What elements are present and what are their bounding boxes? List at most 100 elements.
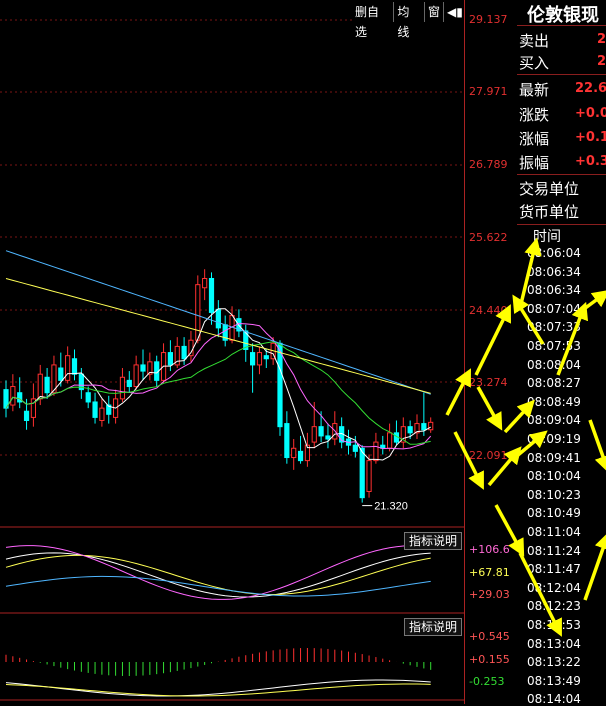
tick-time-item: 08:11:47	[527, 562, 581, 577]
candle-body	[202, 277, 208, 289]
tick-time-item: 08:10:23	[527, 487, 581, 502]
low-marker-label: 21.320	[374, 501, 408, 513]
candle-body	[263, 355, 269, 360]
remove-watchlist-button[interactable]: 删自选	[352, 2, 394, 39]
tick-time-item: 08:06:04	[527, 246, 581, 260]
candle-body	[284, 423, 290, 459]
candle-body	[188, 339, 194, 357]
tick-time-item: 08:13:04	[527, 636, 581, 651]
candle-body	[366, 460, 372, 492]
indicator2-axis-label: +0.155	[469, 653, 510, 666]
candle-body	[208, 277, 215, 313]
tick-time-item: 08:08:49	[527, 394, 581, 409]
collapse-panel-icon[interactable]: ◀▮	[443, 2, 464, 22]
tick-time-item: 08:09:41	[527, 450, 581, 465]
kline-chart-area[interactable]: 21.320 删自选 均线 窗 ◀▮ 指标说明 指标说明	[0, 0, 464, 704]
candle-body	[256, 352, 263, 366]
last-price-value: 22.6	[575, 81, 606, 96]
indicator2-axis-label: +0.545	[469, 630, 510, 643]
macd-dif-line	[5, 679, 431, 697]
chart-toolbar: 删自选 均线 窗 ◀▮	[352, 2, 464, 39]
tick-time-item: 08:13:49	[527, 673, 581, 688]
window-button[interactable]: 窗	[423, 2, 443, 22]
candle-body	[297, 450, 304, 462]
candle-body	[325, 435, 331, 440]
tick-time-item: 08:10:04	[527, 469, 581, 484]
candle-body	[167, 352, 174, 366]
quote-panel: 伦敦银现 卖出 2 买入 2 最新 22.6 涨跌 +0.0 涨幅 +0.15 …	[517, 0, 606, 706]
tick-time-item: 08:12:23	[527, 599, 581, 614]
indicator1-help-button[interactable]: 指标说明	[404, 532, 462, 550]
trade-unit-label: 交易单位	[519, 180, 580, 198]
currency-unit-label: 货币单位	[519, 203, 580, 221]
candle-body	[195, 284, 201, 341]
divider	[517, 25, 606, 26]
candle-body	[215, 308, 221, 329]
macd-dea-line	[5, 683, 431, 697]
candle-body	[387, 432, 393, 449]
candle-body	[126, 379, 132, 388]
indicator1-axis-label: +29.03	[469, 588, 510, 601]
divider	[517, 174, 606, 175]
sell-value: 2	[597, 32, 606, 47]
price-axis-label: 26.789	[469, 158, 508, 171]
candle-body	[407, 426, 413, 434]
tick-time-item: 08:08:04	[527, 357, 581, 372]
tick-time-item: 08:08:27	[527, 376, 581, 391]
divider	[517, 74, 606, 75]
candle-body	[373, 441, 379, 462]
amplitude-label: 振幅	[519, 154, 550, 172]
tick-time-item: 08:10:49	[527, 506, 581, 521]
candle-body	[71, 358, 78, 375]
tick-time-item: 08:07:04	[527, 301, 581, 316]
candle-body	[58, 367, 64, 381]
buy-value: 2	[597, 54, 606, 69]
change-percent-label: 涨幅	[519, 130, 550, 148]
ma10-line	[5, 323, 432, 450]
candle-body	[181, 345, 187, 360]
tick-time-item: 08:12:53	[527, 618, 581, 632]
change-value: +0.0	[575, 106, 606, 121]
candle-body	[92, 401, 98, 418]
price-axis: 29.137 27.971 26.789 25.622 24.440 23.27…	[464, 0, 517, 704]
price-axis-label: 29.137	[469, 13, 508, 26]
candle-body	[291, 447, 297, 459]
candle-body	[23, 410, 30, 421]
candle-body	[359, 447, 365, 499]
divider	[517, 224, 606, 225]
tick-time-item: 08:09:04	[527, 413, 581, 428]
indicator1-axis-label: +67.81	[469, 566, 510, 579]
kline-chart[interactable]: 21.320	[0, 0, 464, 704]
change-label: 涨跌	[519, 106, 550, 124]
candle-body	[352, 444, 358, 452]
candle-body	[277, 342, 283, 428]
tick-time-item: 08:11:24	[527, 543, 581, 558]
indicator2-help-button[interactable]: 指标说明	[404, 618, 462, 636]
candle-body	[119, 376, 126, 400]
price-axis-label: 24.440	[469, 304, 508, 317]
candle-body	[99, 407, 105, 421]
amplitude-value: +0.32	[575, 154, 606, 169]
price-axis-label: 25.622	[469, 231, 508, 244]
candle-body	[250, 352, 256, 366]
tick-time-item: 08:11:04	[527, 525, 581, 539]
tick-time-item: 08:07:33	[527, 320, 581, 335]
tick-time-item: 08:06:34	[527, 264, 581, 279]
tick-time-item: 08:12:04	[527, 580, 581, 595]
last-price-label: 最新	[519, 81, 550, 99]
candle-body	[85, 392, 91, 403]
price-axis-label: 27.971	[469, 85, 508, 98]
price-axis-label: 22.091	[469, 449, 508, 462]
tick-time-item: 08:06:34	[527, 283, 581, 298]
candle-body	[37, 373, 43, 400]
candle-body	[65, 355, 71, 381]
candle-body	[311, 426, 317, 443]
candle-body	[428, 421, 434, 431]
candle-body	[44, 376, 50, 394]
indicator1-axis-label: +106.6	[469, 543, 510, 556]
candle-body	[421, 423, 427, 431]
tick-time-item: 08:09:19	[527, 432, 581, 446]
price-axis-label: 23.274	[469, 376, 508, 389]
moving-average-button[interactable]: 均线	[393, 2, 424, 39]
sell-label: 卖出	[519, 32, 550, 50]
